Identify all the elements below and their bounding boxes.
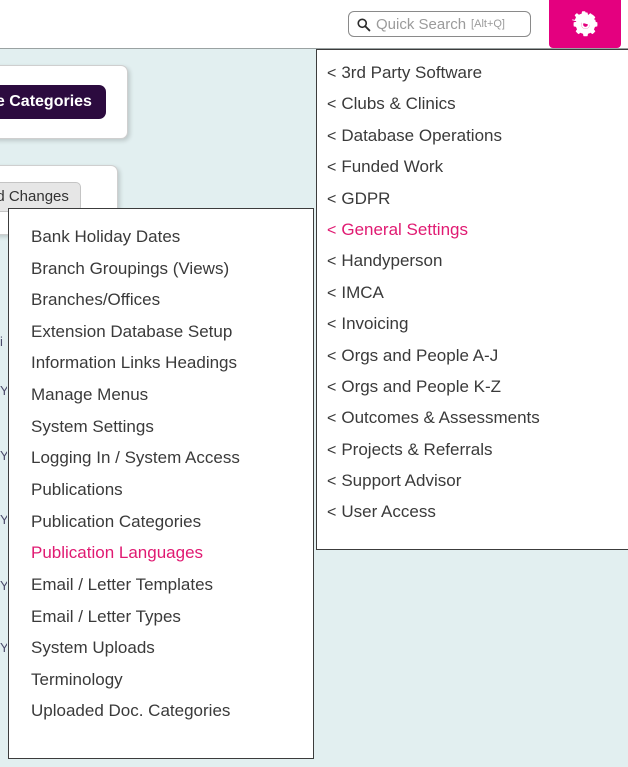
clipped-text-fragment: i — [0, 334, 3, 349]
chevron-left-icon: < — [327, 473, 337, 491]
settings-submenu-item[interactable]: Branches/Offices — [9, 284, 313, 316]
quick-search-placeholder: Quick Search — [376, 15, 467, 33]
category-menu-item[interactable]: < User Access — [317, 502, 628, 533]
chevron-left-icon: < — [327, 316, 337, 334]
settings-submenu-item[interactable]: Bank Holiday Dates — [9, 221, 313, 253]
clipped-text-fragment: Y — [0, 578, 7, 593]
settings-gear-button[interactable] — [549, 0, 621, 48]
settings-submenu-item[interactable]: System Settings — [9, 411, 313, 443]
category-menu-item[interactable]: < Database Operations — [317, 126, 628, 157]
category-menu-item-label: Projects & Referrals — [341, 439, 493, 459]
category-menu-item-label: Handyperson — [341, 251, 443, 271]
category-menu-item[interactable]: < Orgs and People A-J — [317, 346, 628, 377]
settings-submenu-panel: Bank Holiday Dates Branch Groupings (View… — [8, 208, 314, 759]
search-icon — [357, 17, 371, 31]
settings-submenu-item[interactable]: Extension Database Setup — [9, 316, 313, 348]
settings-submenu-item[interactable]: Email / Letter Templates — [9, 569, 313, 601]
clipped-text-fragment: Y — [0, 640, 7, 655]
chevron-left-icon: < — [327, 127, 337, 145]
category-menu-item-label: 3rd Party Software — [341, 63, 483, 82]
settings-submenu-item[interactable]: System Uploads — [9, 632, 313, 664]
category-menu-item-label: Clubs & Clinics — [341, 94, 456, 114]
settings-submenu-item[interactable]: Email / Letter Types — [9, 601, 313, 633]
category-menu-item[interactable]: < Outcomes & Assessments — [317, 408, 628, 439]
chevron-left-icon: < — [327, 159, 337, 177]
chevron-left-icon: < — [327, 96, 337, 114]
category-menu-item-label: General Settings — [341, 219, 468, 239]
gear-icon — [571, 10, 597, 36]
category-menu-panel: <3rd Party Software < Clubs & Clinics < Data… — [316, 49, 628, 550]
chevron-left-icon: < — [327, 347, 337, 365]
chevron-left-icon: < — [327, 284, 337, 302]
category-menu-item-label: Database Operations — [341, 125, 502, 145]
category-menu-item[interactable]: < Handyperson — [317, 251, 628, 282]
settings-submenu-item[interactable]: Branch Groupings (Views) — [9, 253, 313, 285]
chevron-left-icon: < — [327, 190, 337, 208]
category-menu-item[interactable]: < Support Advisor — [317, 471, 628, 502]
save-categories-card: ve Categories — [0, 65, 128, 139]
category-menu-item[interactable]: < General Settings — [317, 220, 628, 251]
category-menu-item-label: Invoicing — [341, 314, 409, 334]
chevron-left-icon: < — [327, 504, 337, 522]
category-menu-item[interactable]: < Funded Work — [317, 157, 628, 188]
settings-submenu-item[interactable]: Uploaded Doc. Categories — [9, 695, 313, 727]
settings-submenu-item[interactable]: Publication Languages — [9, 537, 313, 569]
category-menu-item-label: User Access — [341, 502, 436, 522]
category-menu-item-label: GDPR — [341, 188, 391, 208]
quick-search-input[interactable]: Quick Search [Alt+Q] — [348, 11, 531, 37]
chevron-left-icon: < — [327, 221, 337, 239]
settings-submenu-item[interactable]: Publications — [9, 474, 313, 506]
settings-submenu-item[interactable]: Manage Menus — [9, 379, 313, 411]
clipped-text-fragment: Y — [0, 448, 7, 463]
category-menu-item[interactable]: < Clubs & Clinics — [317, 94, 628, 125]
settings-submenu-item[interactable]: Information Links Headings — [9, 347, 313, 379]
category-menu-item-label: Orgs and People K-Z — [341, 376, 502, 396]
category-menu-item-label: IMCA — [341, 282, 384, 302]
clipped-text-fragment: Y — [0, 383, 7, 398]
header-bar: Quick Search [Alt+Q] — [0, 0, 628, 48]
category-menu-item-label: Orgs and People A-J — [341, 345, 499, 365]
chevron-left-icon: < — [327, 441, 337, 459]
category-menu-item[interactable]: < IMCA — [317, 283, 628, 314]
quick-search-shortcut-hint: [Alt+Q] — [471, 17, 505, 30]
save-categories-button[interactable]: ve Categories — [0, 85, 106, 119]
category-menu-item[interactable]: < Orgs and People K-Z — [317, 377, 628, 408]
category-menu-item[interactable]: < Projects & Referrals — [317, 440, 628, 471]
clipped-text-fragment: Y — [0, 512, 7, 527]
category-menu-item-label: Support Advisor — [341, 471, 462, 491]
chevron-left-icon: < — [327, 253, 337, 271]
settings-submenu-item[interactable]: Terminology — [9, 664, 313, 696]
category-menu-item-label: Funded Work — [341, 157, 444, 177]
category-menu-item[interactable]: <3rd Party Software — [317, 63, 628, 94]
chevron-left-icon: < — [327, 378, 337, 396]
category-menu-item[interactable]: < GDPR — [317, 189, 628, 220]
chevron-left-icon: < — [327, 410, 337, 428]
category-menu-item[interactable]: < Invoicing — [317, 314, 628, 345]
settings-submenu-item[interactable]: Publication Categories — [9, 506, 313, 538]
chevron-left-icon: < — [327, 65, 337, 82]
category-menu-item-label: Outcomes & Assessments — [341, 408, 540, 428]
settings-submenu-item[interactable]: Logging In / System Access — [9, 442, 254, 474]
